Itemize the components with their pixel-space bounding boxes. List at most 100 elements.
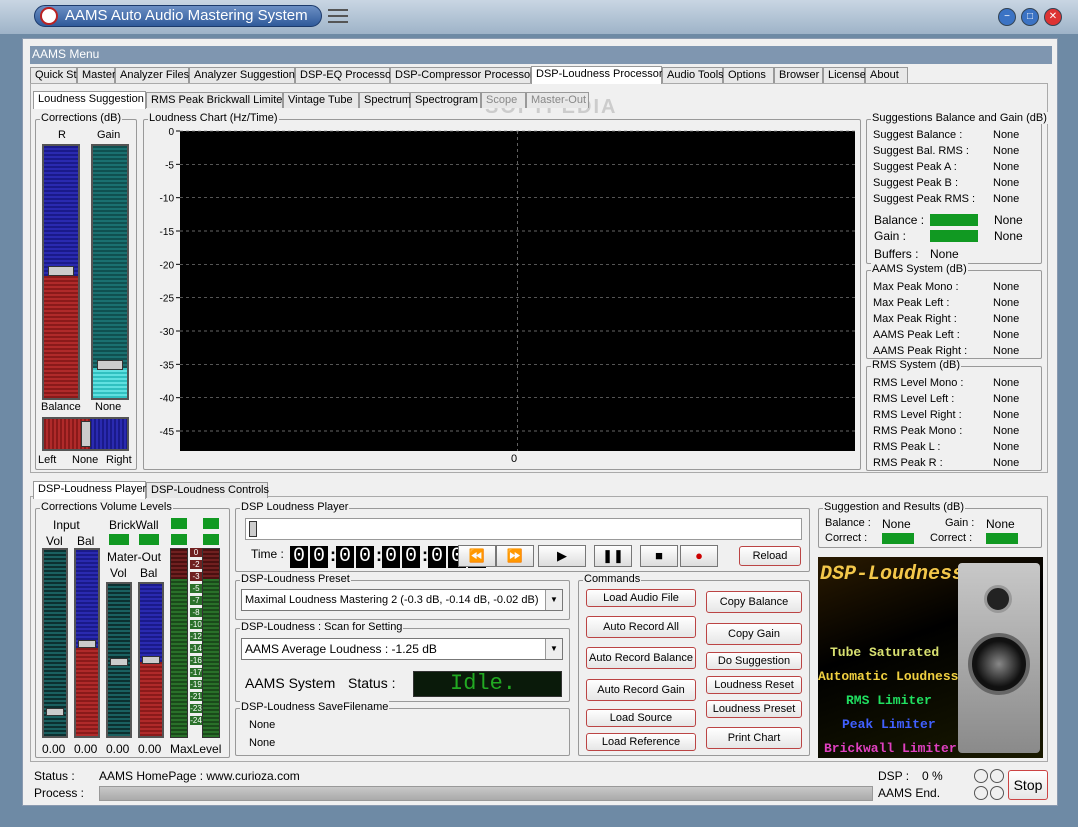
input-vol-slider[interactable] — [42, 548, 68, 738]
subtab-scope[interactable]: Scope — [481, 92, 526, 108]
play-button[interactable]: ▶ — [538, 545, 586, 567]
brickwall-indicator-2 — [139, 534, 159, 545]
subtab-spectrogram[interactable]: Spectrogram — [410, 92, 481, 108]
maximize-icon[interactable]: □ — [1021, 8, 1039, 26]
cmd-loudness-reset-button[interactable]: Loudness Reset — [706, 676, 802, 694]
preset-select[interactable]: Maximal Loudness Mastering 2 (-0.3 dB, -… — [241, 589, 563, 611]
sugg-gain-label: Gain : — [874, 229, 907, 243]
bottom-tab-dsp-loudness-controls[interactable]: DSP-Loudness Controls — [146, 482, 269, 498]
cmd-load-source-button[interactable]: Load Source — [586, 709, 696, 727]
kv-value: None — [993, 313, 1020, 325]
cmd-auto-record-gain-button[interactable]: Auto Record Gain — [586, 679, 696, 701]
pause-button[interactable]: ❚❚ — [594, 545, 632, 567]
tab-analyzer-suggestion[interactable]: Analyzer Suggestion — [189, 67, 295, 83]
tab-dsp-eq-processor[interactable]: DSP-EQ Processor — [295, 67, 395, 83]
kv-label: RMS Level Mono : — [873, 377, 964, 389]
input-bal-slider[interactable] — [74, 548, 100, 738]
cmd-auto-record-balance-button[interactable]: Auto Record Balance — [586, 647, 696, 669]
stop-button[interactable]: ■ — [640, 545, 678, 567]
stereo-balance-handle[interactable] — [81, 421, 91, 447]
tab-master[interactable]: Master — [77, 67, 116, 83]
seek-bar[interactable] — [245, 518, 802, 540]
indicator-circle-4 — [990, 786, 1004, 800]
input-bal-handle[interactable] — [78, 640, 96, 648]
fast-forward-icon: ⏩ — [506, 548, 524, 563]
input-vol-handle[interactable] — [46, 708, 64, 716]
cmd-copy-gain-button[interactable]: Copy Gain — [706, 623, 802, 645]
gain-slider[interactable] — [91, 144, 129, 400]
subtab-master-out[interactable]: Master-Out — [526, 92, 589, 108]
subtab-spectrum[interactable]: Spectrum — [359, 92, 411, 108]
mater-bal-handle[interactable] — [142, 656, 160, 664]
tab-dsp-loudness-processor[interactable]: DSP-Loudness Processor — [531, 66, 663, 84]
balance-slider[interactable] — [42, 144, 80, 400]
record-button[interactable]: ● — [680, 545, 718, 567]
buffers-label: Buffers : — [874, 247, 919, 261]
meter-scale-label: -16 — [190, 656, 202, 665]
volume-value: 0.00 — [42, 742, 66, 756]
minimize-icon[interactable]: − — [998, 8, 1016, 26]
tab-about[interactable]: About — [865, 67, 908, 83]
reload-button[interactable]: Reload — [739, 546, 801, 566]
tab-browser[interactable]: Browser — [774, 67, 823, 83]
rewind-button[interactable]: ⏪ — [458, 545, 496, 567]
tab-analyzer-files[interactable]: Analyzer Files — [115, 67, 189, 83]
homepage-link[interactable]: AAMS HomePage : www.curioza.com — [99, 769, 300, 783]
kv-label: AAMS Peak Left : — [873, 329, 960, 341]
kv-label: Suggest Peak A : — [873, 161, 957, 173]
cmd-auto-record-all-button[interactable]: Auto Record All — [586, 616, 696, 638]
time-digit: 0 — [290, 546, 308, 568]
banner-line: RMS Limiter — [846, 693, 932, 708]
tab-quick-start[interactable]: Quick Start — [30, 67, 89, 83]
subtab-loudness-suggestion[interactable]: Loudness Suggestion — [33, 91, 146, 109]
seek-handle[interactable] — [249, 521, 257, 537]
brickwall-label: BrickWall — [109, 518, 159, 532]
results-gain-value: None — [986, 517, 1015, 531]
sugg-balance-label: Balance : — [874, 213, 925, 227]
meter-scale-label: -10 — [190, 620, 202, 629]
volume-value: 0.00 — [138, 742, 162, 756]
gain-slider-handle[interactable] — [97, 360, 123, 370]
bottom-tab-dsp-loudness-player[interactable]: DSP-Loudness Player — [33, 481, 146, 499]
cmd-load-reference-button[interactable]: Load Reference — [586, 733, 696, 751]
banner-line: Peak Limiter — [842, 717, 936, 732]
pause-icon: ❚❚ — [602, 548, 624, 563]
kv-label: RMS Peak R : — [873, 457, 943, 469]
balance-label: Balance — [41, 401, 81, 413]
balance-slider-handle[interactable] — [48, 266, 74, 276]
tab-dsp-compressor-processor[interactable]: DSP-Compressor Processor — [390, 67, 534, 83]
indicator-circle-2 — [990, 769, 1004, 783]
subtab-rms-peak-brickwall-limiter[interactable]: RMS Peak Brickwall Limiter — [146, 92, 286, 108]
mater-bal-slider[interactable] — [138, 582, 164, 738]
meter-scale-label: -17 — [190, 668, 202, 677]
sugg-balance-value: None — [994, 213, 1023, 227]
cmd-load-audio-file-button[interactable]: Load Audio File — [586, 589, 696, 607]
correct-indicator-2 — [986, 533, 1018, 544]
cmd-loudness-preset-button[interactable]: Loudness Preset — [706, 700, 802, 718]
close-icon[interactable]: ✕ — [1044, 8, 1062, 26]
mater-vol-slider[interactable] — [106, 582, 132, 738]
fast-forward-button[interactable]: ⏩ — [496, 545, 534, 567]
cmd-copy-balance-button[interactable]: Copy Balance — [706, 591, 802, 613]
meter-scale-label: -23 — [190, 704, 202, 713]
meter-scale-label: -3 — [190, 572, 202, 581]
tab-audio-tools[interactable]: Audio Tools — [662, 67, 724, 83]
sugg-gain-value: None — [994, 229, 1023, 243]
results-balance-label: Balance : — [825, 517, 871, 529]
savefile-line2: None — [249, 737, 276, 749]
stop-process-button[interactable]: Stop — [1008, 770, 1048, 800]
process-label: Process : — [34, 786, 85, 800]
chart-x-tick: 0 — [511, 453, 518, 465]
tab-options[interactable]: Options — [723, 67, 774, 83]
correct-label-2: Correct : — [930, 532, 973, 544]
scan-select[interactable]: AAMS Average Loudness : -1.25 dB ▼ — [241, 638, 563, 660]
savefile-title: DSP-Loudness SaveFilename — [240, 701, 390, 713]
cmd-do-suggestion-button[interactable]: Do Suggestion — [706, 652, 802, 670]
kv-value: None — [993, 441, 1020, 453]
hamburger-menu-icon[interactable] — [328, 9, 348, 23]
stereo-balance-slider[interactable] — [42, 417, 129, 451]
mater-vol-handle[interactable] — [110, 658, 128, 666]
cmd-print-chart-button[interactable]: Print Chart — [706, 727, 802, 749]
subtab-vintage-tube[interactable]: Vintage Tube — [283, 92, 359, 108]
tab-license[interactable]: License — [823, 67, 866, 83]
